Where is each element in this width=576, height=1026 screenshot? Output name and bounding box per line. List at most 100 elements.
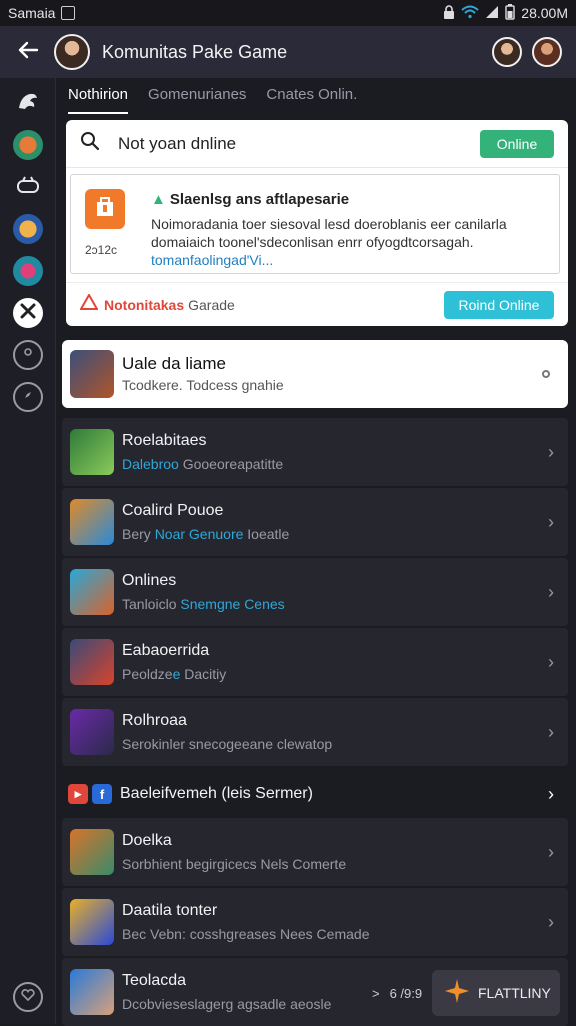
- status-bar: Samaia 28.00M: [0, 0, 576, 26]
- featured-item[interactable]: Uale da liame Tcodkere. Todcess gnahie: [62, 340, 568, 408]
- back-button[interactable]: [14, 38, 42, 66]
- item-subtitle-rest: Gooeoreapatitte: [178, 456, 284, 472]
- item-title: Roelabitaes: [122, 432, 207, 449]
- bag-icon: [94, 196, 116, 223]
- item-subtitle: Dcobvieseslagerg agsadle aeosle: [122, 996, 332, 1012]
- chevron-right-icon: ›: [548, 721, 554, 742]
- page-title: Komunitas Pake Game: [102, 41, 288, 62]
- app-header: Komunitas Pake Game: [0, 26, 576, 78]
- pager-next[interactable]: >: [372, 986, 380, 1001]
- featured-title: Uale da liame: [122, 354, 226, 373]
- list-item[interactable]: Daatila tonter Bec Vebn: cosshgreases Ne…: [62, 888, 568, 956]
- wifi-icon: [461, 5, 479, 22]
- chevron-right-icon: ›: [548, 581, 554, 602]
- item-title: Onlines: [122, 572, 177, 589]
- compass-icon: [21, 388, 35, 407]
- chevron-right-icon: ›: [548, 783, 554, 804]
- list-item[interactable]: Doelka Sorbhient begirgicecs Nels Comert…: [62, 818, 568, 886]
- flag-icon: ▲: [151, 191, 166, 208]
- item-subtitle: Serokinler snecogeeane clewatop: [122, 736, 333, 752]
- member-avatar[interactable]: [532, 37, 562, 67]
- sparkle-icon: [444, 978, 470, 1009]
- tab-community[interactable]: Gomenurianes: [148, 86, 246, 114]
- game-thumbnail: [70, 499, 114, 545]
- sidebar-item-compass[interactable]: [13, 382, 43, 412]
- item-subtitle: Tanloiclo Snemgne Cenes: [122, 596, 285, 612]
- tab-bar: Nothirion Gomenurianes Cnates Onlin.: [68, 86, 357, 114]
- item-subtitle-highlight: Snemgne Cenes: [180, 596, 285, 612]
- sidebar-item-game-3[interactable]: [13, 256, 43, 286]
- dragon-icon: [16, 90, 40, 117]
- item-subtitle-prefix: Tanloiclo: [122, 596, 181, 612]
- section-header[interactable]: ▸ f Baeleifvemeh (leis Sermer) ›: [62, 772, 568, 816]
- chevron-right-icon: ›: [548, 441, 554, 462]
- sidebar-item-home[interactable]: [13, 88, 43, 118]
- announcement-box[interactable]: 2ɔ12c ▲ Slaenlsg ans aftlapesarie Noimora…: [70, 174, 560, 274]
- item-title: Coalird Pouoe: [122, 502, 224, 519]
- item-title: Doelka: [122, 832, 172, 849]
- page-indicator: 6 /9:9: [389, 986, 423, 1001]
- round-online-button[interactable]: Roind Online: [444, 290, 554, 319]
- clock-label: 28.00M: [521, 5, 568, 21]
- game-thumbnail: [70, 829, 114, 875]
- section-title: Baeleifvemeh (leis Sermer): [120, 785, 313, 802]
- sidebar-item-location[interactable]: [13, 340, 43, 370]
- lock-icon: [443, 4, 455, 22]
- sidebar-item-controller[interactable]: [13, 172, 43, 202]
- member-avatar[interactable]: [492, 37, 522, 67]
- online-button[interactable]: Online: [480, 129, 554, 158]
- item-subtitle-highlight: Dalebroo: [122, 456, 179, 472]
- item-subtitle-prefix: Peoldze: [122, 666, 173, 682]
- item-title: Eabaoerrida: [122, 642, 210, 659]
- item-subtitle-highlight: Noar Genuore: [154, 526, 244, 542]
- announcement-link[interactable]: tomanfaolingad'Vi...: [151, 252, 273, 268]
- game-thumbnail: [70, 639, 114, 685]
- game-thumbnail: [70, 429, 114, 475]
- list-item[interactable]: Onlines Tanloiclo Snemgne Cenes ›: [62, 558, 568, 626]
- game-thumbnail: [70, 969, 114, 1015]
- sidebar: [0, 78, 56, 1024]
- list-item[interactable]: Rolhroaa Serokinler snecogeeane clewatop…: [62, 698, 568, 766]
- item-subtitle: Peoldzee Dacitiy: [122, 666, 226, 682]
- announcement-title-text: Slaenlsg ans aftlapesarie: [169, 191, 350, 208]
- app-logo: [85, 189, 125, 229]
- card-footer: Notonitakas Garade Roind Online: [66, 282, 568, 326]
- search-row[interactable]: Not yoan dnline Online: [66, 120, 568, 168]
- battery-icon: [505, 3, 515, 23]
- sidebar-item-game-1[interactable]: [13, 130, 43, 160]
- brand-icon: [79, 292, 99, 315]
- item-subtitle: Bery Noar Genuore Ioeatle: [122, 526, 289, 542]
- list-item[interactable]: Eabaoerrida Peoldzee Dacitiy ›: [62, 628, 568, 696]
- game-thumbnail: [70, 899, 114, 945]
- tab-notification[interactable]: Nothirion: [68, 86, 129, 114]
- list-item[interactable]: Roelabitaes Dalebroo Gooeoreapatitte ›: [62, 418, 568, 486]
- heart-icon: [21, 988, 35, 1006]
- tab-online[interactable]: Cnates Onlin.: [266, 86, 357, 114]
- signal-icon: [485, 5, 499, 22]
- crossed-swords-icon: [20, 303, 36, 324]
- sidebar-item-game-2[interactable]: [13, 214, 43, 244]
- facebook-icon: f: [92, 784, 112, 804]
- chevron-right-icon: ›: [548, 841, 554, 862]
- footer-brand: Notonitakas: [104, 296, 185, 313]
- chevron-right-icon: ›: [548, 511, 554, 532]
- community-avatar[interactable]: [54, 34, 90, 70]
- gamepad-icon: [16, 176, 40, 199]
- chevron-right-icon: ›: [548, 911, 554, 932]
- footer-subtitle: Garade: [188, 296, 235, 313]
- red-badge-icon: ▸: [68, 784, 88, 804]
- search-input[interactable]: Not yoan dnline: [118, 134, 236, 154]
- sidebar-item-active[interactable]: [13, 298, 43, 328]
- item-subtitle: Sorbhient begirgicecs Nels Comerte: [122, 856, 347, 872]
- pager: > 6 /9:9: [372, 986, 422, 1001]
- list-item[interactable]: Coalird Pouoe Bery Noar Genuore Ioeatle …: [62, 488, 568, 556]
- sidebar-item-favorites[interactable]: [13, 982, 43, 1012]
- item-title: Daatila tonter: [122, 902, 218, 919]
- pin-icon: [22, 346, 34, 365]
- item-subtitle: Dalebroo Gooeoreapatitte: [122, 456, 283, 472]
- featured-subtitle: Tcodkere. Todcess gnahie: [122, 377, 284, 393]
- arrow-left-icon: [17, 41, 39, 64]
- game-thumbnail: [70, 709, 114, 755]
- promo-button[interactable]: FLATTLINY: [432, 970, 560, 1016]
- more-icon[interactable]: [542, 370, 550, 378]
